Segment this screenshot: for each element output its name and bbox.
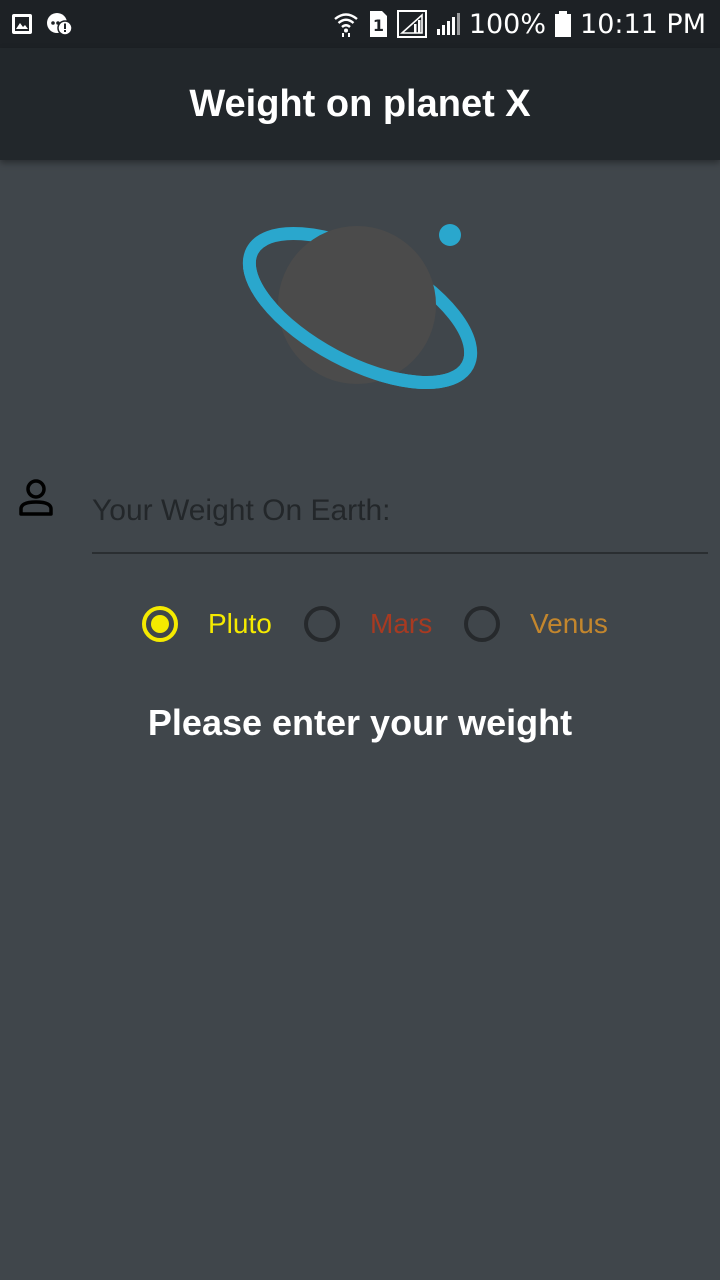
radio-label-mars[interactable]: Mars [370,608,432,640]
status-bar: 1 100% 10:11 PM [0,0,720,48]
status-time: 10:11 PM [580,8,706,40]
status-left-icons [10,10,72,38]
svg-text:1: 1 [373,16,384,35]
radio-pluto[interactable] [142,606,178,642]
app-bar: Weight on planet X [0,48,720,160]
chat-alert-icon [46,12,72,36]
result-message: Please enter your weight [147,702,573,743]
battery-percent: 100% [468,8,547,40]
status-right-icons: 1 100% 10:11 PM [333,6,706,42]
wifi-icon [333,10,359,38]
sim-1-icon: 1 [367,10,389,38]
person-icon [19,479,53,516]
radio-venus[interactable] [464,606,500,642]
app-screen: 1 100% 10:11 PM Weight on planet X Your … [0,0,720,1280]
radio-mars[interactable] [304,606,340,642]
radio-label-venus[interactable]: Venus [530,608,608,640]
signal-icon [435,11,461,37]
app-title: Weight on planet X [189,82,531,125]
signal-icon [396,10,427,38]
planet-icon [242,224,478,390]
planet-radio-group: Pluto Mars Venus [0,600,720,650]
battery-icon [554,10,572,38]
image-icon [10,12,34,36]
radio-label-pluto[interactable]: Pluto [208,608,272,640]
weight-input[interactable] [92,470,708,554]
